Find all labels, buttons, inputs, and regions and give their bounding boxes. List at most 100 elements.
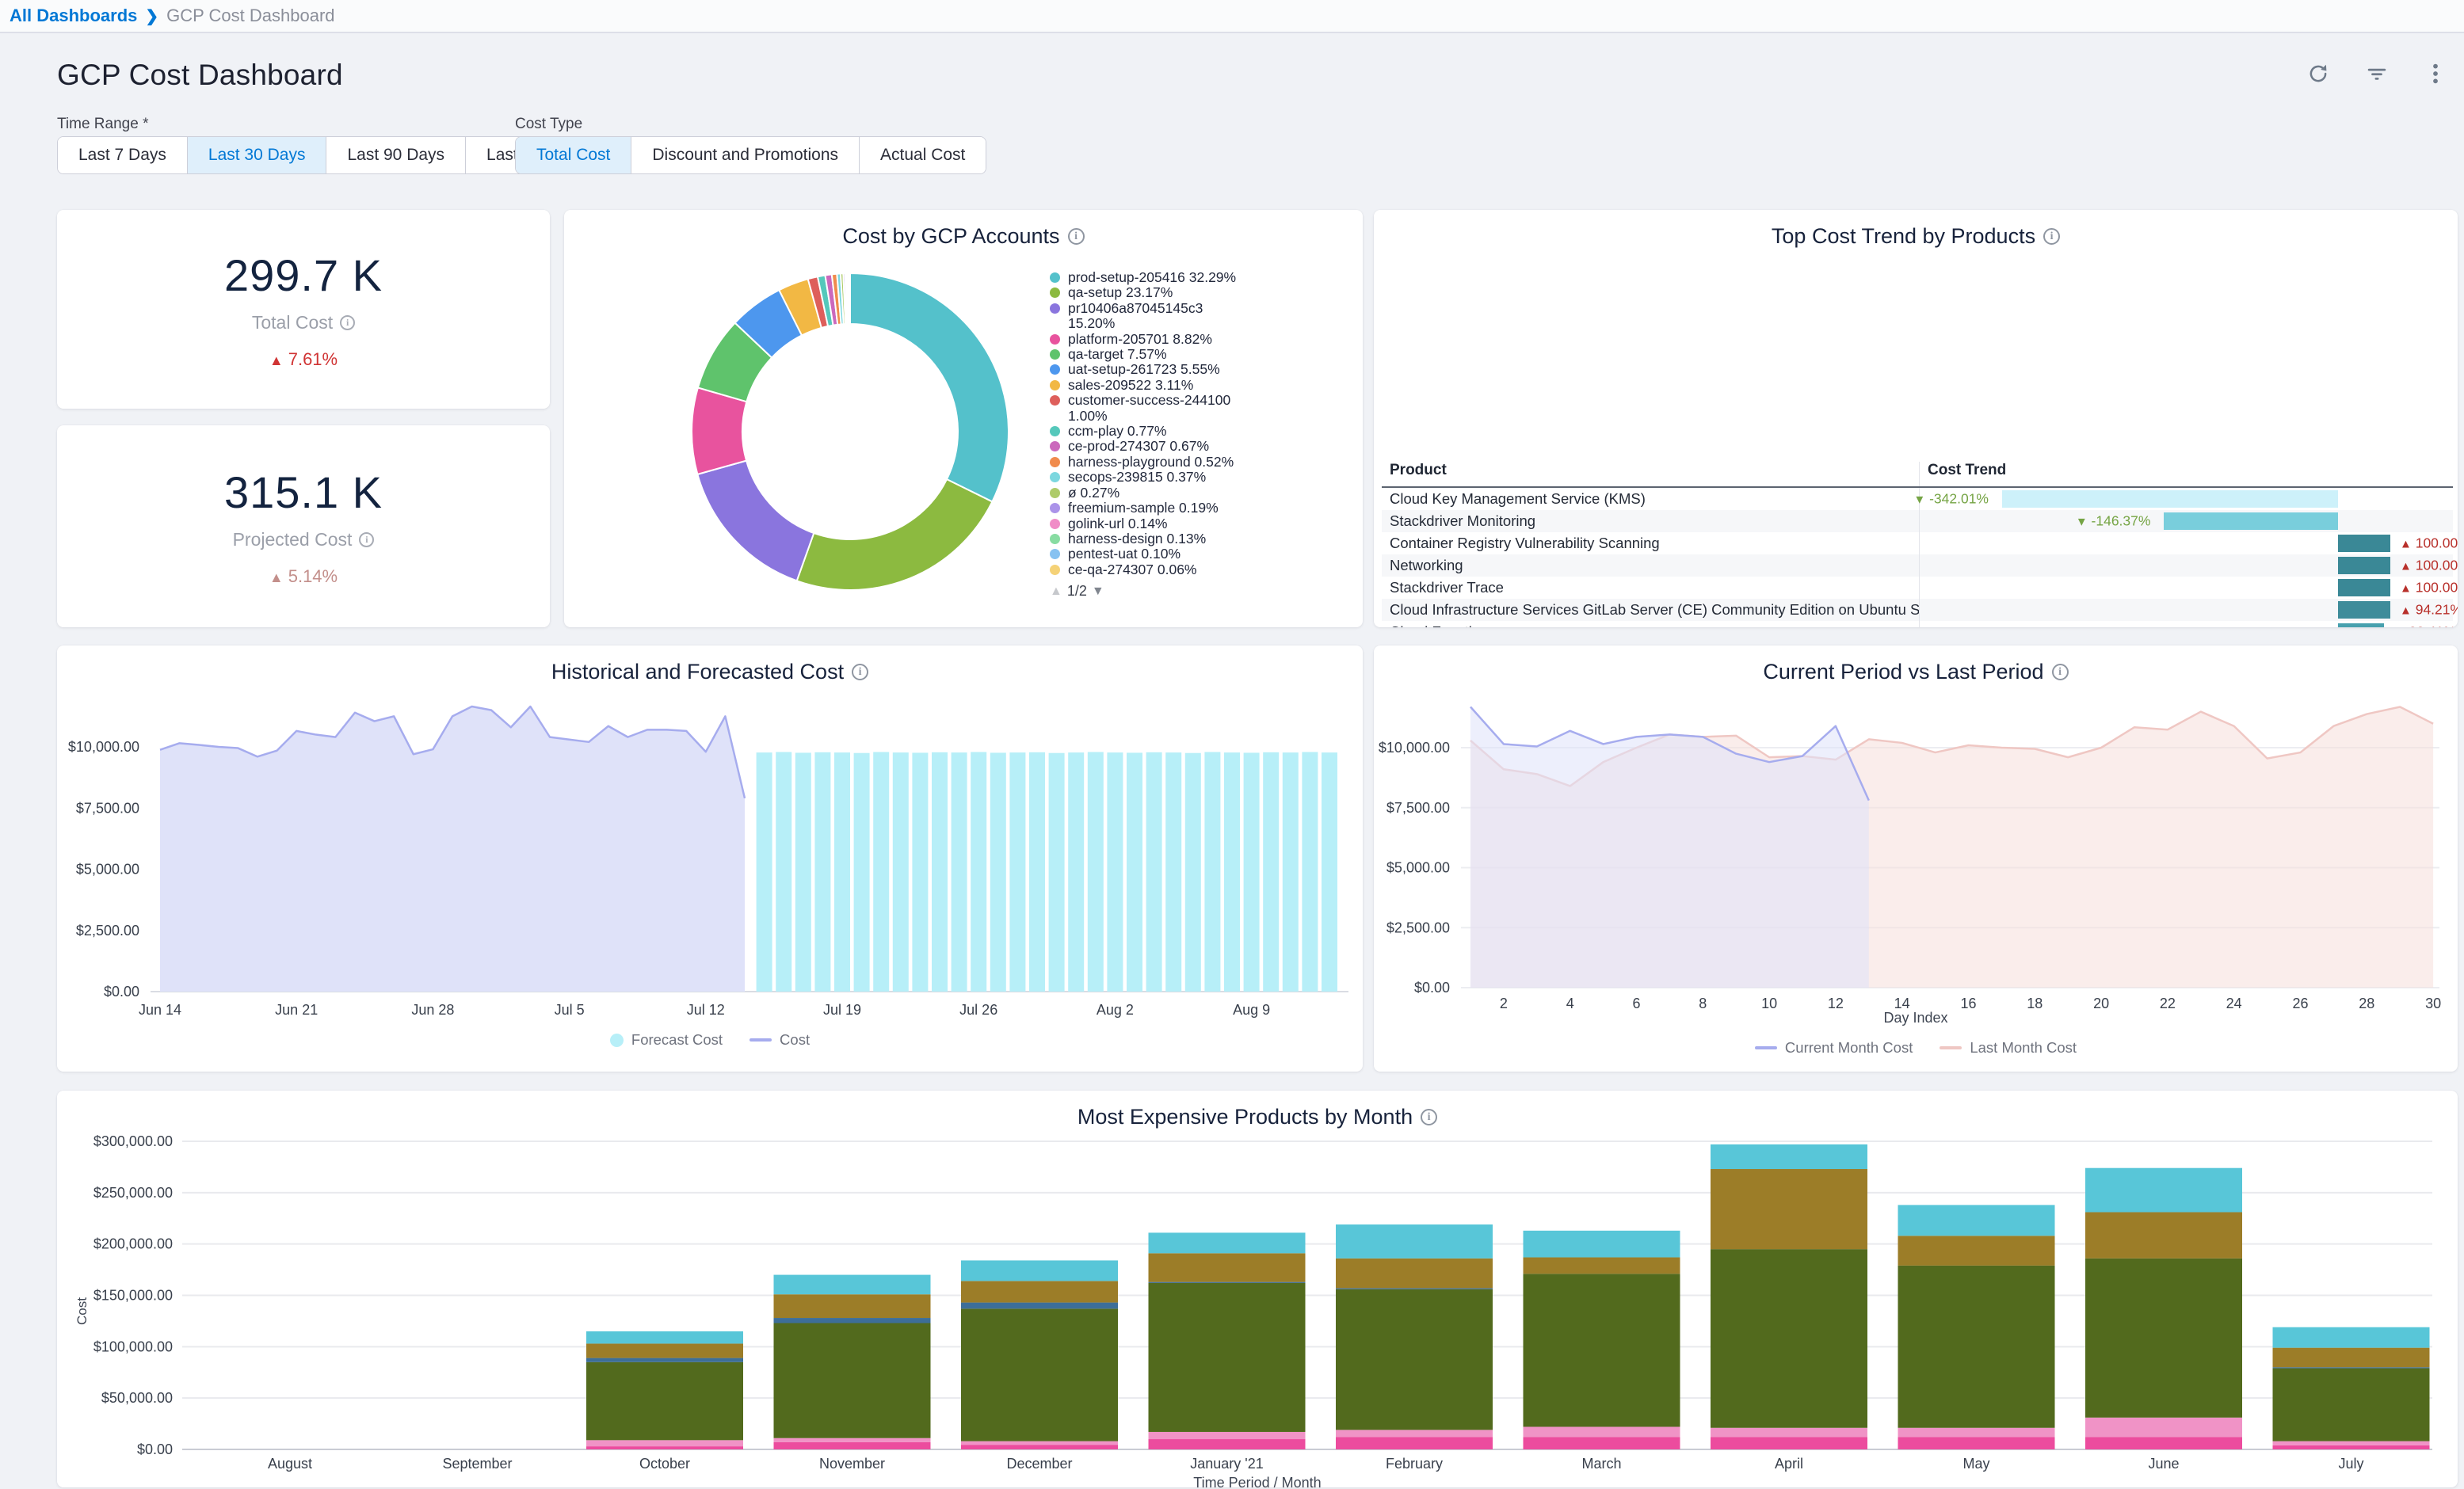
- bar-segment-series-brown-july[interactable]: [2273, 1348, 2430, 1368]
- bar-segment-series-blue-july[interactable]: [2273, 1367, 2430, 1368]
- time-range-option-last-90-days[interactable]: Last 90 Days: [326, 137, 466, 173]
- donut-legend-item[interactable]: sales-209522 3.11%: [1050, 378, 1315, 393]
- info-icon[interactable]: i: [1068, 228, 1085, 245]
- bar-segment-series-dark-green-july[interactable]: [2273, 1369, 2430, 1441]
- bar-segment-series-cyan-april[interactable]: [1711, 1144, 1867, 1169]
- bar-segment-series-cyan-february[interactable]: [1336, 1224, 1493, 1259]
- more-options-button[interactable]: [2421, 60, 2450, 89]
- donut-legend-item[interactable]: freemium-sample 0.19%: [1050, 501, 1315, 516]
- donut-legend-item[interactable]: secops-239815 0.37%: [1050, 470, 1315, 485]
- donut-legend-item[interactable]: customer-success-244100 1.00%: [1050, 393, 1315, 424]
- refresh-button[interactable]: [2304, 60, 2332, 89]
- bar-segment-series-brown-november[interactable]: [774, 1294, 931, 1318]
- pager-down-icon[interactable]: ▼: [1092, 585, 1104, 599]
- legend-item-current-month-cost[interactable]: Current Month Cost: [1755, 1039, 1913, 1057]
- bar-segment-series-brown-december[interactable]: [961, 1281, 1118, 1302]
- donut-legend-item[interactable]: pr10406a87045145c3 15.20%: [1050, 301, 1315, 332]
- donut-slice-platform-205701[interactable]: [692, 387, 746, 474]
- bar-segment-series-pink-february[interactable]: [1336, 1437, 1493, 1449]
- bar-segment-series-dark-green-may[interactable]: [1898, 1266, 2055, 1428]
- info-icon[interactable]: i: [359, 532, 374, 547]
- donut-legend-item[interactable]: ø 0.27%: [1050, 486, 1315, 501]
- donut-legend-item[interactable]: ce-prod-274307 0.67%: [1050, 439, 1315, 454]
- bar-segment-series-cyan-december[interactable]: [961, 1260, 1118, 1281]
- bar-segment-series-brown-march[interactable]: [1524, 1258, 1680, 1274]
- donut-slice-prod-setup-205416[interactable]: [850, 273, 1009, 501]
- bar-segment-series-dark-green-october[interactable]: [586, 1362, 743, 1441]
- filter-button[interactable]: [2363, 60, 2391, 89]
- time-range-option-last-7-days[interactable]: Last 7 Days: [58, 137, 188, 173]
- pager-up-icon[interactable]: ▲: [1050, 585, 1062, 599]
- column-header-product[interactable]: Product: [1382, 462, 1919, 486]
- bar-segment-series-light-pink-january-21[interactable]: [1149, 1432, 1306, 1439]
- bar-segment-series-light-pink-november[interactable]: [774, 1438, 931, 1442]
- info-icon[interactable]: i: [2043, 228, 2060, 245]
- bar-segment-series-light-pink-march[interactable]: [1524, 1426, 1680, 1437]
- bar-segment-series-brown-october[interactable]: [586, 1343, 743, 1358]
- bar-segment-series-pink-november[interactable]: [774, 1442, 931, 1449]
- bar-segment-series-blue-november[interactable]: [774, 1318, 931, 1323]
- legend-item-forecast-cost[interactable]: Forecast Cost: [610, 1031, 723, 1049]
- bar-segment-series-cyan-january-21[interactable]: [1149, 1232, 1306, 1253]
- bar-segment-series-blue-december[interactable]: [961, 1303, 1118, 1309]
- bar-segment-series-cyan-may[interactable]: [1898, 1205, 2055, 1236]
- bar-segment-series-light-pink-april[interactable]: [1711, 1428, 1867, 1438]
- bar-segment-series-dark-green-june[interactable]: [2085, 1259, 2242, 1418]
- cost-type-option-discount-and-promotions[interactable]: Discount and Promotions: [631, 137, 860, 173]
- bar-segment-series-brown-january-21[interactable]: [1149, 1253, 1306, 1281]
- legend-item-last-month-cost[interactable]: Last Month Cost: [1940, 1039, 2077, 1057]
- bar-segment-series-dark-green-april[interactable]: [1711, 1249, 1867, 1428]
- donut-slice-pr10406a87045145c3[interactable]: [697, 461, 814, 581]
- bar-segment-series-cyan-march[interactable]: [1524, 1231, 1680, 1258]
- donut-legend-item[interactable]: platform-205701 8.82%: [1050, 332, 1315, 347]
- bar-segment-series-cyan-june[interactable]: [2085, 1168, 2242, 1213]
- bar-segment-series-brown-may[interactable]: [1898, 1236, 2055, 1266]
- bar-segment-series-pink-june[interactable]: [2085, 1437, 2242, 1449]
- bar-segment-series-pink-december[interactable]: [961, 1445, 1118, 1449]
- bar-segment-series-dark-green-november[interactable]: [774, 1323, 931, 1438]
- donut-legend-item[interactable]: qa-target 7.57%: [1050, 347, 1315, 362]
- bar-segment-series-light-pink-may[interactable]: [1898, 1428, 2055, 1438]
- bar-segment-series-blue-february[interactable]: [1336, 1288, 1493, 1289]
- bar-segment-series-light-pink-july[interactable]: [2273, 1441, 2430, 1445]
- bar-segment-series-brown-february[interactable]: [1336, 1259, 1493, 1289]
- bar-segment-series-light-pink-june[interactable]: [2085, 1418, 2242, 1438]
- column-header-cost-trend[interactable]: Cost Trend: [1919, 462, 2453, 486]
- legend-item-cost[interactable]: Cost: [749, 1031, 810, 1049]
- donut-slice-qa-setup[interactable]: [797, 479, 993, 590]
- cost-type-option-total-cost[interactable]: Total Cost: [516, 137, 631, 173]
- bar-segment-series-dark-green-december[interactable]: [961, 1308, 1118, 1441]
- bar-segment-series-brown-april[interactable]: [1711, 1169, 1867, 1249]
- donut-legend-item[interactable]: pentest-uat 0.10%: [1050, 546, 1315, 562]
- bar-segment-series-light-pink-december[interactable]: [961, 1441, 1118, 1445]
- bar-segment-series-light-pink-february[interactable]: [1336, 1430, 1493, 1437]
- cost-type-option-actual-cost[interactable]: Actual Cost: [860, 137, 986, 173]
- bar-segment-series-light-pink-october[interactable]: [586, 1440, 743, 1446]
- donut-legend-item[interactable]: harness-playground 0.52%: [1050, 455, 1315, 470]
- bar-segment-series-cyan-july[interactable]: [2273, 1327, 2430, 1348]
- bar-segment-series-blue-january-21[interactable]: [1149, 1282, 1306, 1283]
- bar-segment-series-cyan-november[interactable]: [774, 1275, 931, 1295]
- bar-segment-series-pink-october[interactable]: [586, 1446, 743, 1449]
- bar-segment-series-pink-january-21[interactable]: [1149, 1439, 1306, 1449]
- donut-legend-item[interactable]: ccm-play 0.77%: [1050, 424, 1315, 439]
- time-range-option-last-30-days[interactable]: Last 30 Days: [188, 137, 327, 173]
- donut-legend-item[interactable]: uat-setup-261723 5.55%: [1050, 362, 1315, 377]
- info-icon[interactable]: i: [340, 315, 355, 330]
- bar-segment-series-pink-july[interactable]: [2273, 1445, 2430, 1449]
- breadcrumb-all-dashboards-link[interactable]: All Dashboards: [10, 6, 137, 26]
- donut-legend-item[interactable]: golink-url 0.14%: [1050, 516, 1315, 531]
- bar-segment-series-dark-green-february[interactable]: [1336, 1289, 1493, 1430]
- bar-segment-series-dark-green-january-21[interactable]: [1149, 1283, 1306, 1432]
- bar-segment-series-pink-march[interactable]: [1524, 1437, 1680, 1449]
- donut-legend-item[interactable]: ce-qa-274307 0.06%: [1050, 562, 1315, 577]
- donut-legend-item[interactable]: qa-setup 23.17%: [1050, 285, 1315, 300]
- donut-legend-item[interactable]: harness-design 0.13%: [1050, 531, 1315, 546]
- bar-segment-series-blue-october[interactable]: [586, 1358, 743, 1362]
- bar-segment-series-pink-april[interactable]: [1711, 1437, 1867, 1449]
- donut-legend-item[interactable]: prod-setup-205416 32.29%: [1050, 270, 1315, 285]
- bar-segment-series-brown-june[interactable]: [2085, 1212, 2242, 1258]
- bar-segment-series-pink-may[interactable]: [1898, 1437, 2055, 1449]
- bar-segment-series-dark-green-march[interactable]: [1524, 1274, 1680, 1426]
- bar-segment-series-cyan-october[interactable]: [586, 1331, 743, 1344]
